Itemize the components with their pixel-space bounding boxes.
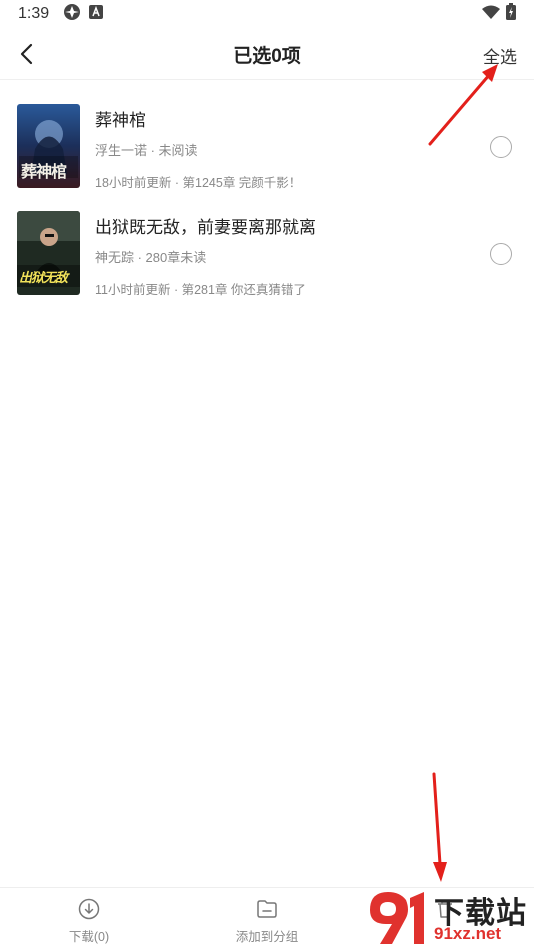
app-notification-icon — [63, 3, 81, 26]
list-item-book-1[interactable]: 葬神棺 葬神棺 浮生一诺 · 未阅读 18小时前更新 · 第1245章 完颜千影… — [0, 94, 534, 201]
status-time: 1:39 — [18, 5, 50, 22]
battery-icon — [506, 3, 516, 25]
book-cover-2: 出狱无敌 — [17, 211, 80, 295]
download-label: 下载(0) — [68, 930, 110, 944]
book-cover-1: 葬神棺 — [17, 104, 80, 188]
book-title-2: 出狱既无敌，前妻要离那就离 — [95, 218, 316, 237]
book-cover-title-1: 葬神棺 — [21, 162, 67, 181]
book-list: 葬神棺 葬神棺 浮生一诺 · 未阅读 18小时前更新 · 第1245章 完颜千影… — [0, 94, 534, 308]
book-update-1: 18小时前更新 · 第1245章 完颜千影！ — [95, 176, 302, 190]
download-button[interactable]: 下载(0) — [0, 888, 178, 950]
annotation-arrow-bottom — [432, 772, 447, 882]
book-select-radio-1[interactable] — [490, 136, 512, 158]
book-title-1: 葬神棺 — [95, 111, 146, 130]
page-title: 已选0项 — [233, 46, 301, 67]
book-meta-2: 神无踪 · 280章未读 — [95, 250, 207, 265]
a-notification-icon — [89, 4, 104, 24]
list-item-book-2[interactable]: 出狱无敌 出狱既无敌，前妻要离那就离 神无踪 · 280章未读 11小时前更新 … — [0, 201, 534, 308]
select-all-button[interactable]: 全选 — [483, 43, 517, 68]
wifi-icon — [482, 4, 500, 25]
book-meta-1: 浮生一诺 · 未阅读 — [95, 143, 198, 158]
download-icon — [78, 898, 100, 920]
book-cover-title-2: 出狱无敌 — [19, 270, 68, 285]
header: 已选0项 全选 — [0, 28, 534, 80]
add-to-group-label: 添加到分组 — [235, 930, 299, 944]
status-bar: 1:39 — [0, 0, 534, 28]
watermark-domain-text: 91xz.net — [434, 924, 502, 943]
book-update-2: 11小时前更新 · 第281章 你还真猜错了 — [95, 283, 306, 297]
folder-icon — [257, 900, 277, 918]
watermark-91-icon — [370, 892, 424, 944]
book-select-radio-2[interactable] — [490, 243, 512, 265]
add-to-group-button[interactable]: 添加到分组 — [178, 888, 356, 950]
watermark-logo: 下载站 91xz.net — [360, 884, 534, 950]
